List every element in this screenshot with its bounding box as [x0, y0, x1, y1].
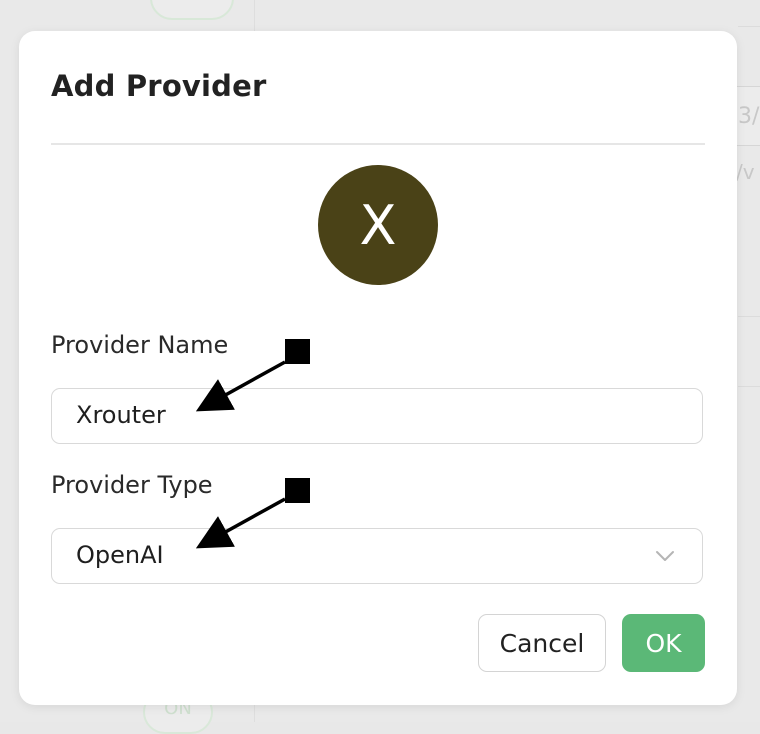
background-row-line	[738, 316, 760, 317]
ok-button[interactable]: OK	[622, 614, 705, 672]
provider-name-input[interactable]: Xrouter	[51, 388, 703, 444]
provider-type-label: Provider Type	[51, 471, 213, 499]
provider-type-select[interactable]: OpenAI	[51, 528, 703, 584]
background-text: /v	[736, 160, 755, 184]
chevron-down-icon	[656, 551, 674, 561]
cancel-button[interactable]: Cancel	[478, 614, 606, 672]
title-divider	[51, 143, 705, 145]
add-provider-dialog: Add Provider X Provider Name Xrouter Pro…	[19, 31, 737, 705]
background-row-line	[738, 26, 760, 27]
provider-name-label: Provider Name	[51, 331, 229, 359]
background-toggle	[150, 0, 234, 20]
dialog-title: Add Provider	[51, 69, 267, 103]
provider-name-value: Xrouter	[76, 401, 166, 429]
background-row-line	[738, 386, 760, 387]
background-text: 3/	[738, 104, 760, 129]
avatar-letter: X	[359, 193, 397, 257]
provider-avatar[interactable]: X	[318, 165, 438, 285]
provider-type-value: OpenAI	[76, 541, 164, 569]
